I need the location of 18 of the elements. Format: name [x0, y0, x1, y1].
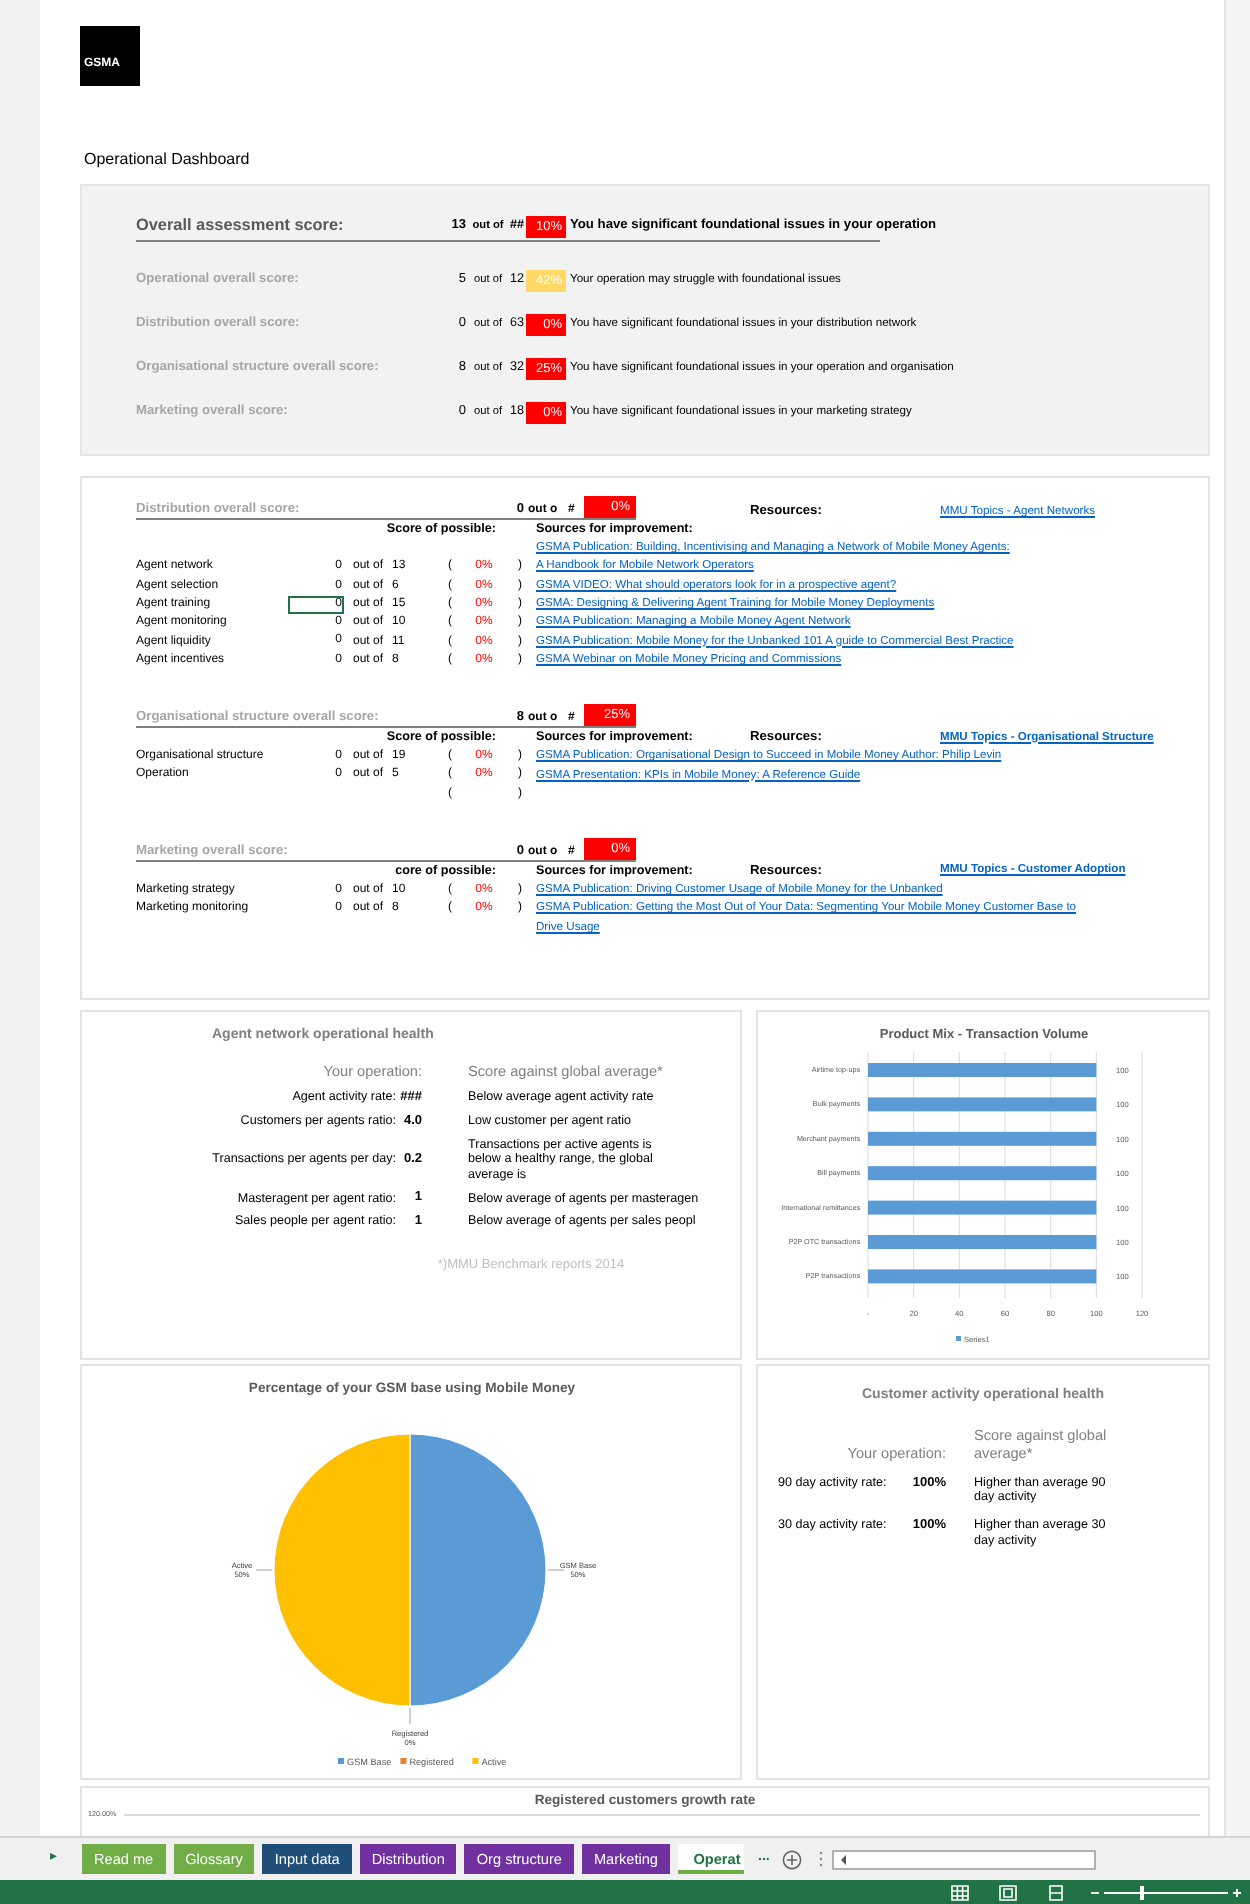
page-title: Operational Dashboard [84, 150, 252, 170]
leader-line [255, 1569, 273, 1571]
page-break-icon[interactable] [1046, 1883, 1066, 1901]
zoom-in-icon[interactable] [1232, 1887, 1242, 1897]
scroll-left-icon [837, 1851, 850, 1867]
normal-view-icon[interactable] [950, 1883, 970, 1901]
score-label: Overall assessment score: [136, 216, 346, 236]
horizontal-scrollbar[interactable] [831, 1849, 1096, 1869]
add-sheet-icon[interactable] [781, 1849, 802, 1869]
legend-swatch [400, 1758, 407, 1764]
legend-swatch [338, 1758, 344, 1764]
legend-swatch [956, 1336, 961, 1341]
vertical-scrollbar[interactable] [1224, 0, 1250, 1836]
legend-swatch [472, 1758, 479, 1764]
zoom-out-icon[interactable] [1090, 1887, 1100, 1897]
leader-line [409, 1707, 411, 1725]
page-layout-icon[interactable] [998, 1883, 1018, 1901]
leader-line [547, 1569, 565, 1571]
